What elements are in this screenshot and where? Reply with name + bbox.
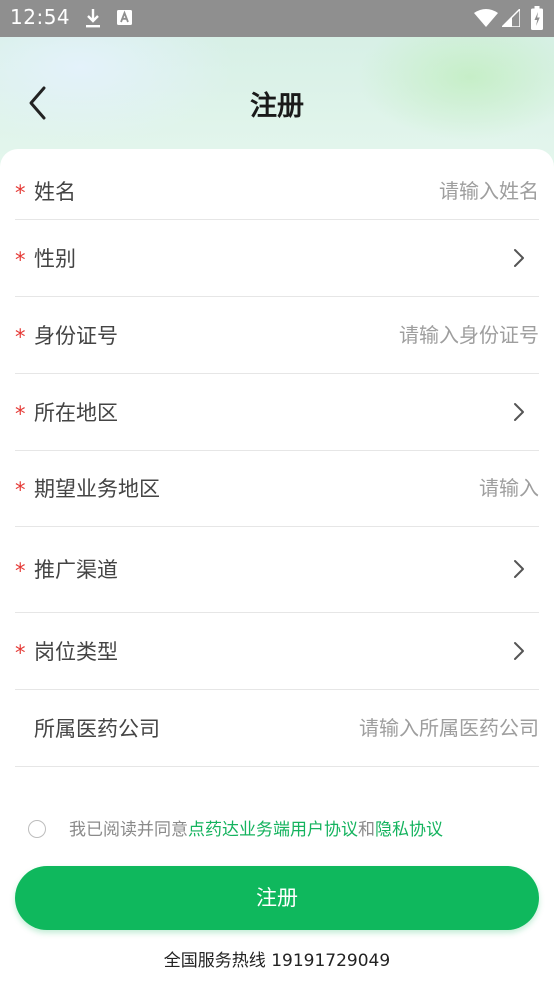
wifi-icon [474,9,498,27]
required-mark: * [15,640,26,665]
name-input[interactable] [279,178,539,203]
service-hotline: 全国服务热线 19191729049 [163,951,391,971]
form-row-id-number: * 身份证号 [15,296,539,374]
id-number-input[interactable] [279,322,539,347]
required-mark: * [15,180,26,205]
promotion-channel-label: 推广渠道 [34,558,118,582]
id-number-label: 身份证号 [34,323,118,348]
form-row-pharma-company: 所属医药公司 [15,689,539,767]
chevron-right-icon [514,402,524,421]
agreement: 我已阅读并同意点药达业务端用户协议和隐私协议 [28,818,548,842]
form-row-expected-region: * 期望业务地区 [15,450,539,527]
expected-region-label: 期望业务地区 [34,477,160,501]
privacy-policy-link[interactable]: 隐私协议 [375,820,443,840]
position-type-label: 岗位类型 [34,639,118,664]
download-icon [86,9,100,28]
agreement-prefix: 我已阅读并同意 [69,820,188,840]
status-time: 12:54 [10,5,71,29]
pharma-company-input[interactable] [279,715,539,740]
page-title: 注册 [250,91,304,122]
required-mark: * [15,401,26,426]
agreement-conjunction: 和 [358,820,375,840]
gender-select[interactable]: * 性别 [15,219,539,297]
chevron-right-icon [514,248,524,267]
required-mark: * [15,477,26,502]
signal-icon [502,9,520,27]
a-notification-icon [117,10,132,25]
required-mark: * [15,558,26,583]
agreement-text: 我已阅读并同意点药达业务端用户协议和隐私协议 [69,818,443,842]
battery-icon [531,6,543,30]
promotion-channel-select[interactable]: * 推广渠道 [15,526,539,613]
required-mark: * [15,324,26,349]
chevron-right-icon [514,560,524,578]
position-type-select[interactable]: * 岗位类型 [15,612,539,690]
form-row-name: * 姓名 [15,162,539,220]
agreement-checkbox[interactable] [28,820,46,838]
gender-label: 性别 [34,246,76,271]
status-bar: 12:54 [0,0,554,37]
chevron-right-icon [514,641,524,660]
required-mark: * [15,247,26,272]
pharma-company-label: 所属医药公司 [34,716,160,741]
user-agreement-link[interactable]: 点药达业务端用户协议 [188,820,358,840]
expected-region-input[interactable] [279,476,539,500]
region-select[interactable]: * 所在地区 [15,373,539,451]
region-label: 所在地区 [34,400,118,425]
register-button[interactable]: 注册 [15,866,539,930]
name-label: 姓名 [34,179,76,204]
